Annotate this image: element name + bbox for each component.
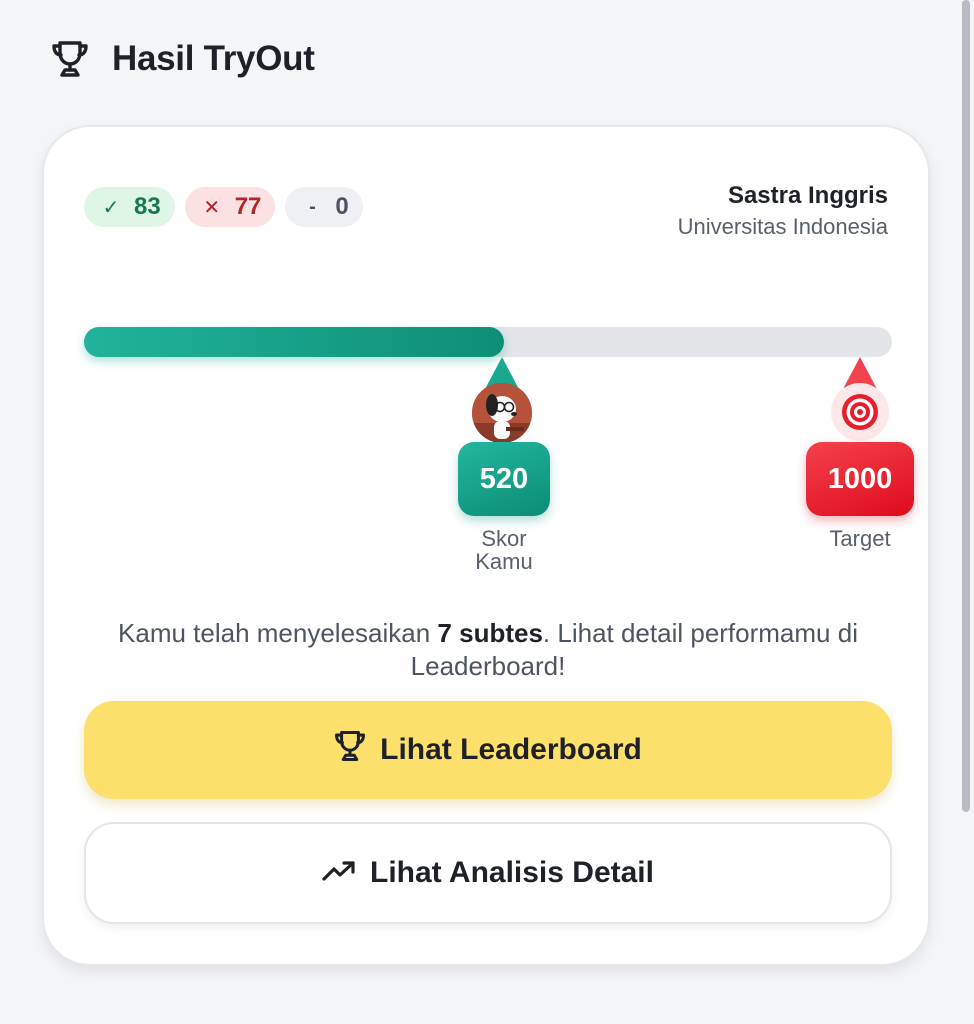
- cross-icon: ✕: [203, 196, 221, 219]
- score-caption-line1: Skor: [481, 526, 527, 551]
- summary-highlight: 7 subtes: [437, 618, 543, 648]
- score-value-box: 520: [458, 442, 550, 516]
- wrong-count: 77: [234, 193, 262, 220]
- correct-count-badge: ✓ 83: [84, 187, 175, 227]
- view-leaderboard-label: Lihat Leaderboard: [380, 733, 642, 766]
- score-caption-line2: Kamu: [475, 549, 533, 574]
- correct-count: 83: [134, 193, 161, 220]
- result-card: ✓ 83 ✕ 77 - 0 Sastra Inggris Universitas…: [42, 125, 930, 966]
- view-leaderboard-button[interactable]: Lihat Leaderboard: [84, 701, 892, 799]
- target-caption: Target: [829, 526, 891, 551]
- blank-count: 0: [335, 193, 349, 220]
- wrong-count-badge: ✕ 77: [184, 187, 276, 227]
- scrollbar[interactable]: [962, 0, 970, 812]
- major-name: Sastra Inggris: [727, 182, 888, 209]
- university-name: Universitas Indonesia: [677, 214, 888, 239]
- blank-count-badge: - 0: [285, 187, 363, 227]
- page-header: Hasil TryOut: [50, 34, 315, 84]
- score-caption: Skor Kamu: [444, 527, 564, 573]
- target-program: Sastra Inggris Universitas Indonesia: [678, 182, 888, 240]
- answer-stats: ✓ 83 ✕ 77 - 0: [84, 187, 363, 227]
- target-icon: [831, 383, 889, 441]
- trophy-icon: [334, 729, 366, 771]
- completion-summary: Kamu telah menyelesaikan 7 subtes. Lihat…: [84, 617, 892, 683]
- score-progress-track: [84, 327, 892, 357]
- dash-icon: -: [309, 195, 316, 218]
- trending-up-icon: [322, 856, 356, 890]
- view-analysis-label: Lihat Analisis Detail: [370, 856, 654, 889]
- avatar: [472, 383, 532, 443]
- summary-text-before: Kamu telah menyelesaikan: [118, 618, 438, 648]
- trophy-icon: [50, 37, 90, 81]
- page-title: Hasil TryOut: [112, 39, 315, 78]
- check-icon: ✓: [102, 196, 120, 219]
- target-value-box: 1000: [806, 442, 914, 516]
- score-progress-fill: [84, 327, 505, 357]
- view-analysis-button[interactable]: Lihat Analisis Detail: [84, 822, 892, 924]
